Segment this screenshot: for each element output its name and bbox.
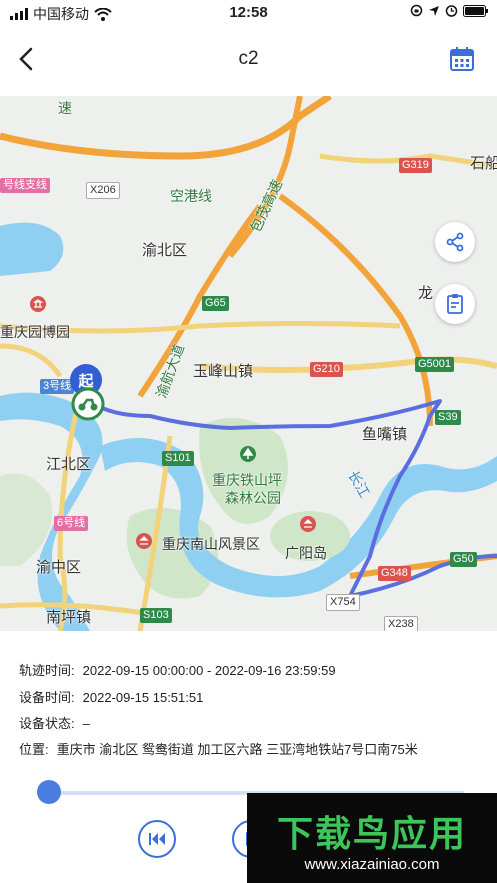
map-label-speed: 速 (58, 100, 72, 116)
rewind-icon (149, 833, 165, 845)
road-tag-s101: S101 (162, 451, 194, 466)
device-status-label: 设备状态: (19, 716, 75, 731)
road-tag-s103: S103 (140, 608, 172, 623)
map-label-nanping: 南坪镇 (46, 609, 92, 626)
road-tag-g5001: G5001 (415, 357, 455, 372)
status-right (410, 4, 489, 17)
map-label-yuzui: 鱼嘴镇 (362, 426, 408, 443)
report-icon (447, 294, 463, 314)
nav-bar: c2 (0, 26, 497, 96)
alarm-icon (445, 5, 458, 17)
map-label-museum: 重庆园博园 (0, 324, 70, 340)
device-status-value: – (82, 716, 90, 731)
location-value: 重庆市 渝北区 鸳鸯街道 加工区六路 三亚湾地铁站7号口南75米 (56, 742, 418, 757)
page-title: c2 (238, 48, 259, 69)
map-label-guangyang: 广阳岛 (285, 545, 327, 561)
share-icon (446, 232, 464, 252)
map-label-forest-park: 森林公园 (225, 490, 281, 506)
location-row: 位置: 重庆市 渝北区 鸳鸯街道 加工区六路 三亚湾地铁站7号口南75米 (19, 739, 418, 758)
device-time-label: 设备时间: (19, 690, 75, 705)
track-time-row: 轨迹时间: 2022-09-15 00:00:00 - 2022-09-16 23… (19, 660, 336, 679)
watermark-logo: 下载鸟应用 www.xiazainiao.com (247, 793, 497, 883)
map-label-yufeng: 玉峰山镇 (193, 363, 254, 380)
map-label-yubei: 渝北区 (142, 242, 188, 259)
island-poi-icon (300, 516, 316, 532)
map-label-yuzhong: 渝中区 (36, 559, 82, 576)
report-button[interactable] (435, 284, 475, 324)
map-label-long: 龙 (418, 285, 434, 302)
watermark-title: 下载鸟应用 (276, 813, 467, 854)
road-tag-g348: G348 (378, 566, 411, 581)
road-tag-g210: G210 (310, 362, 343, 377)
road-tag-x238: X238 (384, 616, 418, 631)
road-tag-x206: X206 (86, 182, 120, 199)
location-arrow-icon (429, 5, 439, 16)
metro-tag-3: 3号线 (40, 379, 75, 394)
road-tag-s39: S39 (435, 410, 461, 425)
map-label-shi-chuan: 石船 (470, 155, 497, 172)
calendar-icon (450, 47, 474, 71)
status-bar: 中国移动 12:58 (0, 0, 497, 26)
lock-rotation-icon (410, 4, 423, 17)
location-label: 位置: (19, 742, 49, 757)
road-tag-g50: G50 (450, 552, 477, 567)
scenic-poi-icon (136, 533, 152, 549)
watermark-url: www.xiazainiao.com (304, 856, 440, 873)
share-button[interactable] (435, 222, 475, 262)
metro-tag-6: 6号线 (54, 516, 89, 531)
vehicle-icon[interactable] (71, 387, 105, 421)
map-label-kong-gang: 空港线 (170, 188, 212, 204)
playback-slider-knob[interactable] (37, 780, 61, 804)
track-time-value: 2022-09-15 00:00:00 - 2022-09-16 23:59:5… (82, 663, 336, 678)
battery-icon (463, 4, 488, 17)
map-label-jiangbei: 江北区 (46, 456, 92, 473)
track-time-label: 轨迹时间: (19, 663, 75, 678)
road-tag-x754: X754 (326, 594, 360, 611)
park-poi-icon (240, 446, 256, 462)
museum-poi-icon (30, 296, 46, 312)
map-view[interactable]: 渝北区 玉峰山镇 江北区 渝中区 南坪镇 重庆园博园 重庆铁山坪 森林公园 重庆… (0, 96, 497, 631)
metro-tag-9: 号线支线 (0, 178, 50, 193)
device-time-value: 2022-09-15 15:51:51 (82, 690, 204, 705)
device-time-row: 设备时间: 2022-09-15 15:51:51 (19, 687, 203, 706)
rewind-button[interactable] (138, 820, 176, 858)
device-status-row: 设备状态: – (19, 713, 90, 732)
map-label-tieshan: 重庆铁山坪 (212, 472, 282, 488)
map-label-nanshan: 重庆南山风景区 (162, 536, 260, 552)
road-tag-g65: G65 (202, 296, 229, 311)
road-tag-g319: G319 (399, 158, 432, 173)
calendar-button[interactable] (449, 46, 475, 72)
